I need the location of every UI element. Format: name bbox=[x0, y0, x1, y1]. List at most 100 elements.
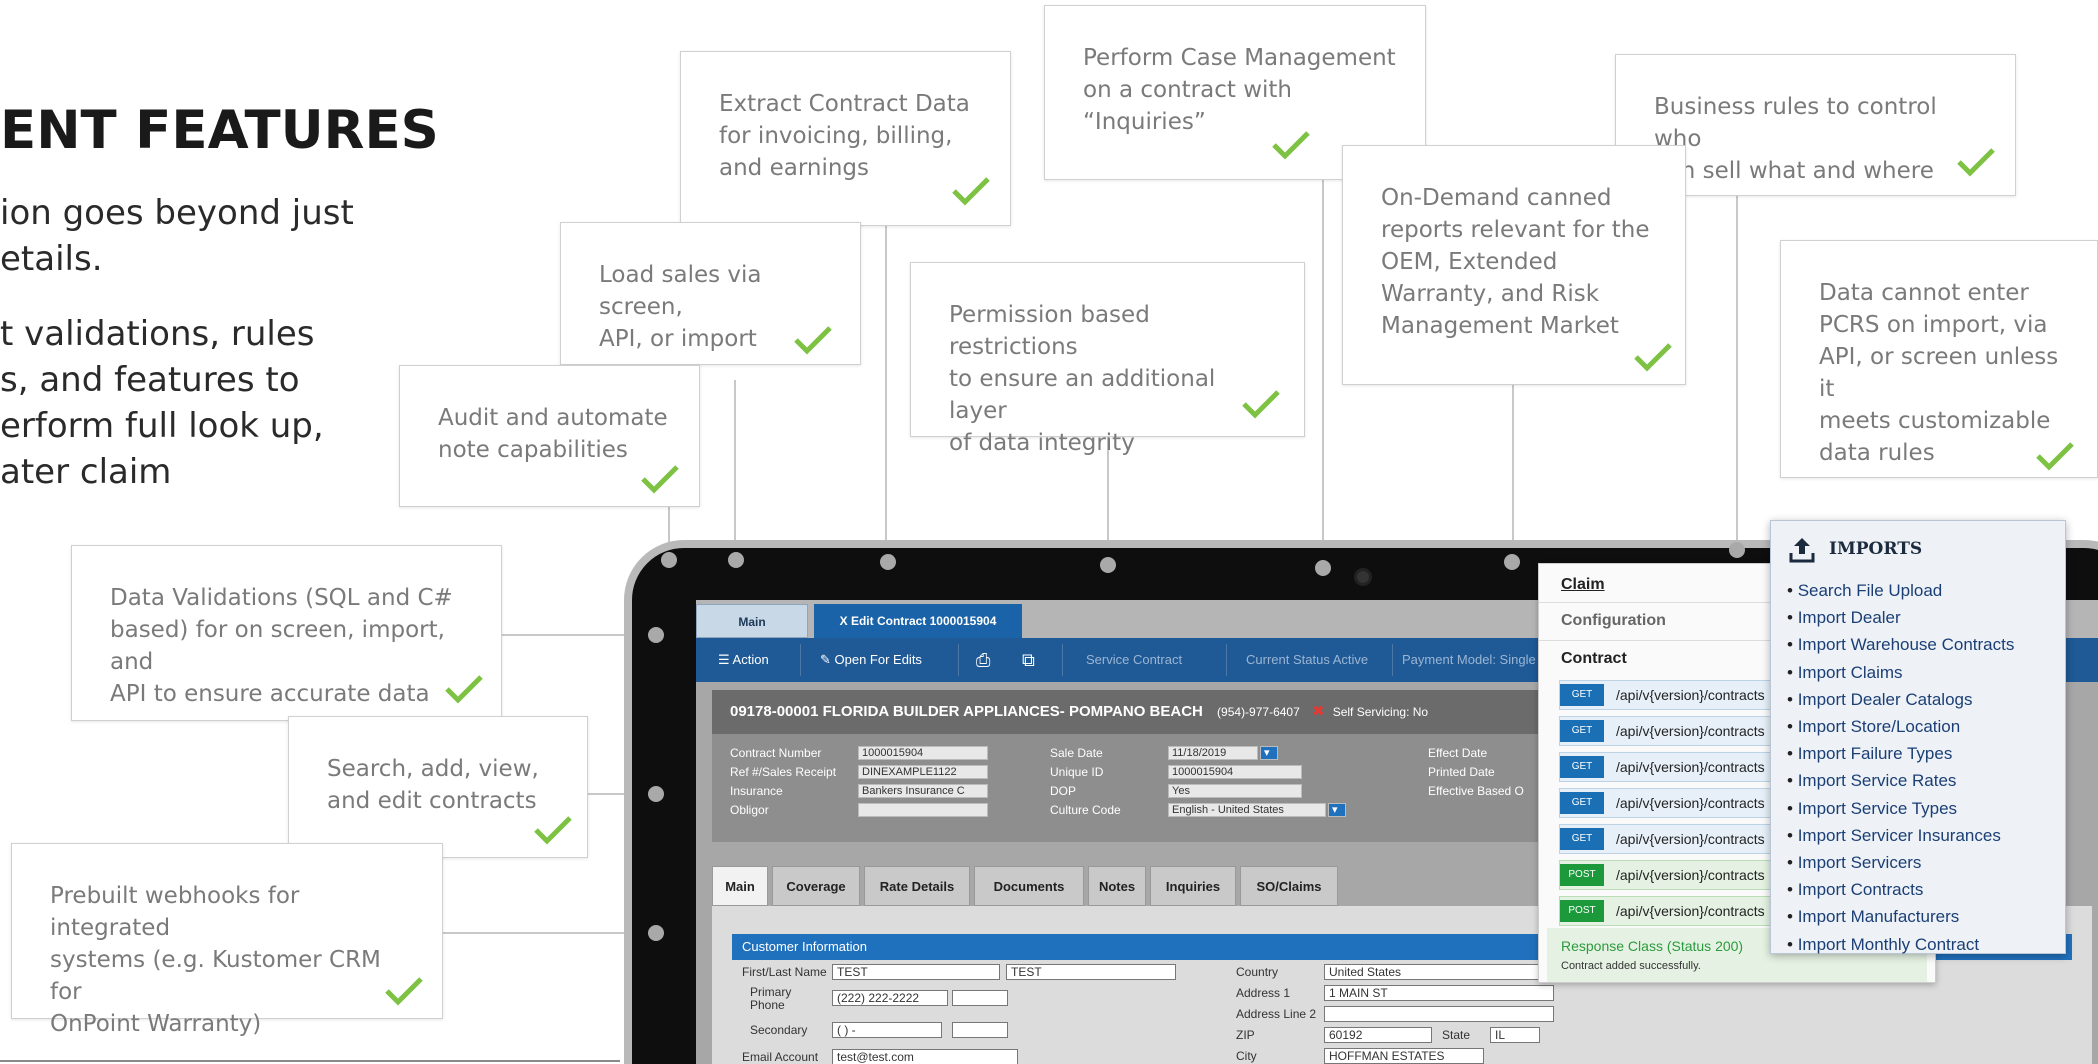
calendar-dropdown-icon[interactable]: ▾ bbox=[1260, 746, 1278, 760]
subtab-notes[interactable]: Notes bbox=[1088, 866, 1146, 906]
callout-load-sales: Load sales via screen, API, or import bbox=[560, 222, 861, 365]
import-menu-item[interactable]: Import Dealer bbox=[1787, 604, 2014, 631]
callout-on-demand-reports: On-Demand canned reports relevant for th… bbox=[1342, 145, 1686, 385]
callout-text: Extract Contract Data for invoicing, bil… bbox=[719, 91, 970, 181]
api-path: /api/v{version}/contracts bbox=[1616, 759, 1765, 775]
import-menu-item[interactable]: Import Warehouse Contracts bbox=[1787, 631, 2015, 658]
subtab-so-claims[interactable]: SO/Claims bbox=[1240, 866, 1338, 906]
upload-icon bbox=[1787, 535, 1817, 565]
subtab-coverage[interactable]: Coverage bbox=[772, 866, 860, 906]
connector-dot bbox=[1729, 542, 1745, 558]
city-field[interactable]: HOFFMAN ESTATES bbox=[1324, 1048, 1484, 1064]
contract-number-field[interactable]: 1000015904 bbox=[858, 746, 988, 760]
http-method-badge: GET bbox=[1560, 720, 1604, 742]
tab-main[interactable]: Main bbox=[696, 604, 808, 638]
print-icon[interactable]: ⎙ bbox=[976, 638, 990, 682]
connector-dot bbox=[648, 786, 664, 802]
unique-id-field[interactable]: 1000015904 bbox=[1168, 765, 1302, 779]
insurance-label: Insurance bbox=[730, 784, 783, 798]
http-method-badge: GET bbox=[1560, 792, 1604, 814]
email-label: Email Account bbox=[742, 1050, 819, 1064]
secondary-phone-field[interactable]: ( ) - bbox=[832, 1022, 942, 1038]
last-name-field[interactable]: TEST bbox=[1006, 964, 1176, 980]
address1-field[interactable]: 1 MAIN ST bbox=[1324, 985, 1554, 1001]
api-configuration-link[interactable]: Configuration bbox=[1561, 612, 1666, 630]
import-menu-item[interactable]: Import Claims bbox=[1787, 659, 2014, 686]
dop-label: DOP bbox=[1050, 784, 1077, 798]
import-menu-item[interactable]: Import Monthly Contract bbox=[1787, 931, 2014, 958]
secondary-phone-label: Secondary bbox=[750, 1023, 808, 1037]
ref-label: Ref #/Sales Receipt bbox=[730, 765, 837, 779]
slide-heading: ENT FEATURES bbox=[0, 100, 439, 161]
country-label: Country bbox=[1236, 965, 1279, 979]
check-icon bbox=[444, 674, 484, 704]
obligor-field[interactable] bbox=[858, 803, 988, 817]
check-icon bbox=[1241, 389, 1281, 419]
subtab-main[interactable]: Main bbox=[712, 866, 768, 906]
http-method-badge: GET bbox=[1560, 684, 1604, 706]
tab-edit-contract[interactable]: X Edit Contract 1000015904 bbox=[814, 604, 1022, 638]
primary-phone-label: Primary Phone bbox=[750, 985, 792, 1012]
http-method-badge: GET bbox=[1560, 828, 1604, 850]
secondary-phone-ext-field[interactable] bbox=[952, 1022, 1008, 1038]
primary-phone-ext-field[interactable] bbox=[952, 990, 1008, 1006]
import-menu-item[interactable]: Import Service Rates bbox=[1787, 767, 2014, 794]
first-last-name-label: First/Last Name bbox=[742, 965, 827, 979]
api-path: /api/v{version}/contracts bbox=[1616, 687, 1765, 703]
address2-field[interactable] bbox=[1324, 1006, 1554, 1022]
unique-id-label: Unique ID bbox=[1050, 765, 1104, 779]
subtab-rate-details[interactable]: Rate Details bbox=[864, 866, 970, 906]
imports-title: IMPORTS bbox=[1829, 539, 1923, 559]
import-menu-item[interactable]: Import Manufacturers bbox=[1787, 903, 2014, 930]
api-path: /api/v{version}/contracts bbox=[1616, 723, 1765, 739]
callout-text: Audit and automate note capabilities bbox=[438, 405, 668, 463]
import-menu-item[interactable]: Import Store/Location bbox=[1787, 713, 2014, 740]
sale-date-field[interactable]: 11/18/2019 bbox=[1168, 746, 1258, 760]
open-for-edits-button[interactable]: ✎ Open For Edits bbox=[820, 638, 922, 682]
http-method-badge: POST bbox=[1560, 864, 1604, 886]
callout-permission-restrictions: Permission based restrictions to ensure … bbox=[910, 262, 1305, 456]
callout-text: Data Validations (SQL and C# based) for … bbox=[110, 585, 453, 707]
subtab-inquiries[interactable]: Inquiries bbox=[1150, 866, 1236, 906]
import-menu-item[interactable]: Import Servicer Insurances bbox=[1787, 822, 2014, 849]
api-path: /api/v{version}/contracts bbox=[1616, 903, 1765, 919]
email-field[interactable]: test@test.com bbox=[832, 1049, 1018, 1064]
api-path: /api/v{version}/contracts bbox=[1616, 831, 1765, 847]
culture-code-select[interactable]: English - United States bbox=[1168, 803, 1326, 817]
api-path: /api/v{version}/contracts bbox=[1616, 795, 1765, 811]
check-icon bbox=[793, 325, 833, 355]
api-claim-link[interactable]: Claim bbox=[1561, 576, 1605, 594]
subtab-documents[interactable]: Documents bbox=[974, 866, 1084, 906]
culture-dropdown-icon[interactable]: ▾ bbox=[1328, 803, 1346, 817]
import-menu-item[interactable]: Search File Upload bbox=[1787, 577, 2014, 604]
check-icon bbox=[533, 815, 573, 845]
import-menu-item[interactable]: Import Dealer Catalogs bbox=[1787, 686, 2014, 713]
callout-search-contracts: Search, add, view, and edit contracts bbox=[288, 716, 588, 858]
connector-dot bbox=[661, 552, 677, 568]
callout-data-validations: Data Validations (SQL and C# based) for … bbox=[71, 545, 502, 721]
primary-phone-field[interactable]: (222) 222-2222 bbox=[832, 990, 948, 1006]
api-path: /api/v{version}/contracts bbox=[1616, 867, 1765, 883]
callout-text: Perform Case Management on a contract wi… bbox=[1083, 45, 1396, 135]
callout-prebuilt-webhooks: Prebuilt webhooks for integrated systems… bbox=[11, 843, 443, 1037]
ref-field[interactable]: DINEXAMPLE1122 bbox=[858, 765, 988, 779]
import-menu-item[interactable]: Import Contracts bbox=[1787, 876, 2014, 903]
callout-text: Search, add, view, and edit contracts bbox=[327, 756, 539, 814]
zip-field[interactable]: 60192 bbox=[1324, 1027, 1432, 1043]
insurance-field[interactable]: Bankers Insurance C bbox=[858, 784, 988, 798]
connector-dot bbox=[648, 925, 664, 941]
api-contract-section[interactable]: Contract bbox=[1561, 650, 1627, 668]
callout-text: Permission based restrictions to ensure … bbox=[949, 302, 1216, 456]
copy-icon[interactable]: ⧉ bbox=[1022, 638, 1035, 682]
import-menu-item[interactable]: Import Servicers bbox=[1787, 849, 2014, 876]
import-menu-item[interactable]: Import Service Types bbox=[1787, 795, 2014, 822]
zip-label: ZIP bbox=[1236, 1028, 1255, 1042]
import-menu-item[interactable]: Import Failure Types bbox=[1787, 740, 2014, 767]
state-field[interactable]: IL bbox=[1490, 1027, 1540, 1043]
dop-field[interactable]: Yes bbox=[1168, 784, 1302, 798]
first-name-field[interactable]: TEST bbox=[832, 964, 1000, 980]
action-menu-button[interactable]: ☰ Action bbox=[718, 638, 769, 682]
callout-text: Prebuilt webhooks for integrated systems… bbox=[50, 883, 381, 1037]
country-field[interactable]: United States bbox=[1324, 964, 1554, 980]
city-label: City bbox=[1236, 1049, 1257, 1063]
